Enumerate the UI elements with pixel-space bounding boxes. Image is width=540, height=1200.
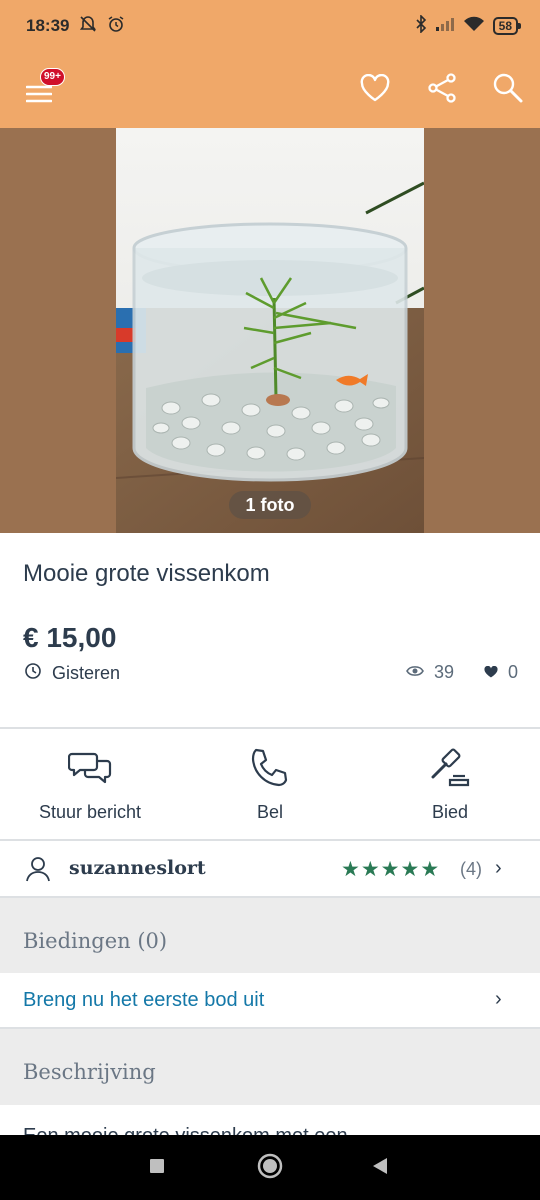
listing-title: Mooie grote vissenkom (23, 560, 270, 587)
signal-icon (435, 16, 455, 37)
wifi-icon (463, 16, 485, 37)
divider (0, 727, 540, 729)
menu-button[interactable]: 99+ (22, 68, 65, 110)
notification-badge: 99+ (40, 68, 65, 86)
star-icon: ★ (420, 858, 441, 881)
bids-section-header: Biedingen (0) (0, 898, 540, 973)
system-nav-bar (0, 1135, 540, 1200)
search-icon (492, 72, 524, 109)
user-icon (26, 856, 50, 887)
call-button[interactable]: Bel (180, 730, 360, 840)
listing-photo[interactable] (116, 128, 424, 533)
status-bar: 18:39 58 (0, 0, 540, 52)
status-time: 18:39 (26, 16, 70, 35)
chevron-right-icon: › (495, 988, 502, 1010)
app-bar: 99+ (0, 52, 540, 128)
star-icon: ★ (380, 858, 401, 881)
heart-small-icon (484, 662, 498, 683)
favorite-button[interactable] (355, 70, 395, 110)
bluetooth-icon (415, 13, 427, 38)
description-section-header: Beschrijving (0, 1029, 540, 1105)
bell-muted-icon (79, 15, 97, 38)
share-icon (426, 72, 458, 109)
place-first-bid-row[interactable]: Breng nu het eerste bod uit › (0, 973, 540, 1029)
call-label: Bel (256, 802, 283, 822)
description-text: Een mooie grote vissenkom met een (23, 1125, 348, 1135)
place-first-bid-link[interactable]: Breng nu het eerste bod uit (23, 989, 264, 1012)
contact-actions: Stuur bericht Bel Bied (0, 730, 540, 840)
rating-stars: ★★★★★ (341, 857, 440, 882)
photo-count-badge: 1 foto (229, 491, 311, 519)
star-icon: ★ (360, 858, 381, 881)
star-icon: ★ (341, 858, 361, 881)
seller-row[interactable]: suzanneslort ★★★★★ (4) › (0, 841, 540, 897)
listing-date: Gisteren (24, 662, 120, 685)
description-title: Beschrijving (23, 1060, 156, 1084)
review-count: (4) (460, 859, 482, 879)
phone-icon (248, 746, 292, 790)
send-message-label: Stuur bericht (38, 802, 142, 822)
square-icon (149, 1158, 165, 1179)
seller-name: suzanneslort (69, 857, 206, 879)
heart-icon (360, 73, 390, 107)
eye-icon (406, 662, 424, 683)
menu-icon (25, 84, 53, 109)
home-circle-icon (256, 1152, 284, 1185)
share-button[interactable] (422, 70, 462, 110)
battery-icon: 58 (492, 17, 522, 35)
chat-bubbles-icon (67, 746, 112, 790)
description-body: Een mooie grote vissenkom met een (0, 1105, 540, 1135)
star-icon: ★ (400, 858, 421, 881)
date-label: Gisteren (52, 663, 121, 683)
listing-stats: 39 0 (406, 662, 518, 683)
clock-icon (24, 662, 42, 685)
recents-button[interactable] (142, 1153, 172, 1183)
bid-label: Bied (431, 802, 469, 822)
listing-price: € 15,00 (23, 622, 117, 653)
alarm-icon (107, 15, 125, 38)
bids-title: Biedingen (0) (23, 929, 168, 953)
photo-gallery[interactable]: 1 foto (0, 128, 540, 533)
back-button[interactable] (365, 1153, 395, 1183)
bid-button[interactable]: Bied (360, 730, 540, 840)
favorite-count: 0 (507, 662, 518, 682)
gavel-icon (428, 746, 472, 790)
view-count: 39 (433, 662, 454, 682)
home-button[interactable] (255, 1153, 285, 1183)
search-button[interactable] (488, 70, 528, 110)
chevron-right-icon: › (495, 857, 502, 879)
send-message-button[interactable]: Stuur bericht (0, 730, 180, 840)
back-triangle-icon (371, 1157, 389, 1180)
